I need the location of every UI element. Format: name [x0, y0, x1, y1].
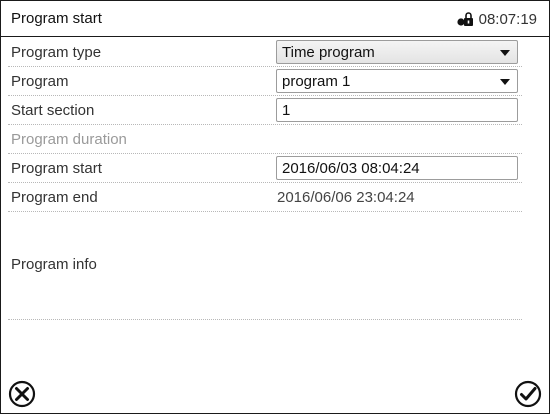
chevron-down-icon [500, 50, 510, 56]
program-start-input[interactable]: 2016/06/03 08:04:24 [276, 156, 518, 180]
program-value: program 1 [282, 73, 351, 90]
start-section-row: Start section 1 [8, 96, 522, 125]
program-select[interactable]: program 1 [276, 69, 518, 93]
clock-time: 08:07:19 [478, 10, 537, 28]
program-end-value: 2016/06/06 23:04:24 [277, 189, 415, 206]
start-section-label: Start section [11, 102, 95, 119]
program-row: Program program 1 [8, 67, 522, 96]
close-circle-icon[interactable] [7, 379, 37, 409]
program-type-label: Program type [11, 44, 102, 61]
check-circle-icon[interactable] [513, 379, 543, 409]
program-end-row: Program end 2016/06/06 23:04:24 [8, 183, 522, 212]
user-lock-icon [457, 12, 473, 26]
program-start-label: Program start [11, 160, 102, 177]
chevron-down-icon [500, 79, 510, 85]
program-type-select[interactable]: Time program [276, 40, 518, 64]
program-duration-row: Program duration [8, 125, 522, 154]
page-title: Program start [11, 10, 102, 27]
program-start-dialog: Program start 08:07:19 Program type Time… [0, 0, 550, 414]
program-start-value: 2016/06/03 08:04:24 [282, 160, 420, 177]
status-area: 08:07:19 [456, 9, 537, 29]
program-label: Program [11, 73, 69, 90]
program-type-value: Time program [282, 44, 375, 61]
start-section-value: 1 [282, 102, 291, 119]
program-start-row: Program start 2016/06/03 08:04:24 [8, 154, 522, 183]
program-end-label: Program end [11, 189, 98, 206]
program-info-label: Program info [11, 256, 97, 273]
program-type-row: Program type Time program [8, 38, 522, 67]
start-section-input[interactable]: 1 [276, 98, 518, 122]
program-duration-label: Program duration [11, 131, 127, 148]
program-info-row: Program info [8, 212, 522, 320]
title-bar: Program start 08:07:19 [1, 1, 549, 37]
